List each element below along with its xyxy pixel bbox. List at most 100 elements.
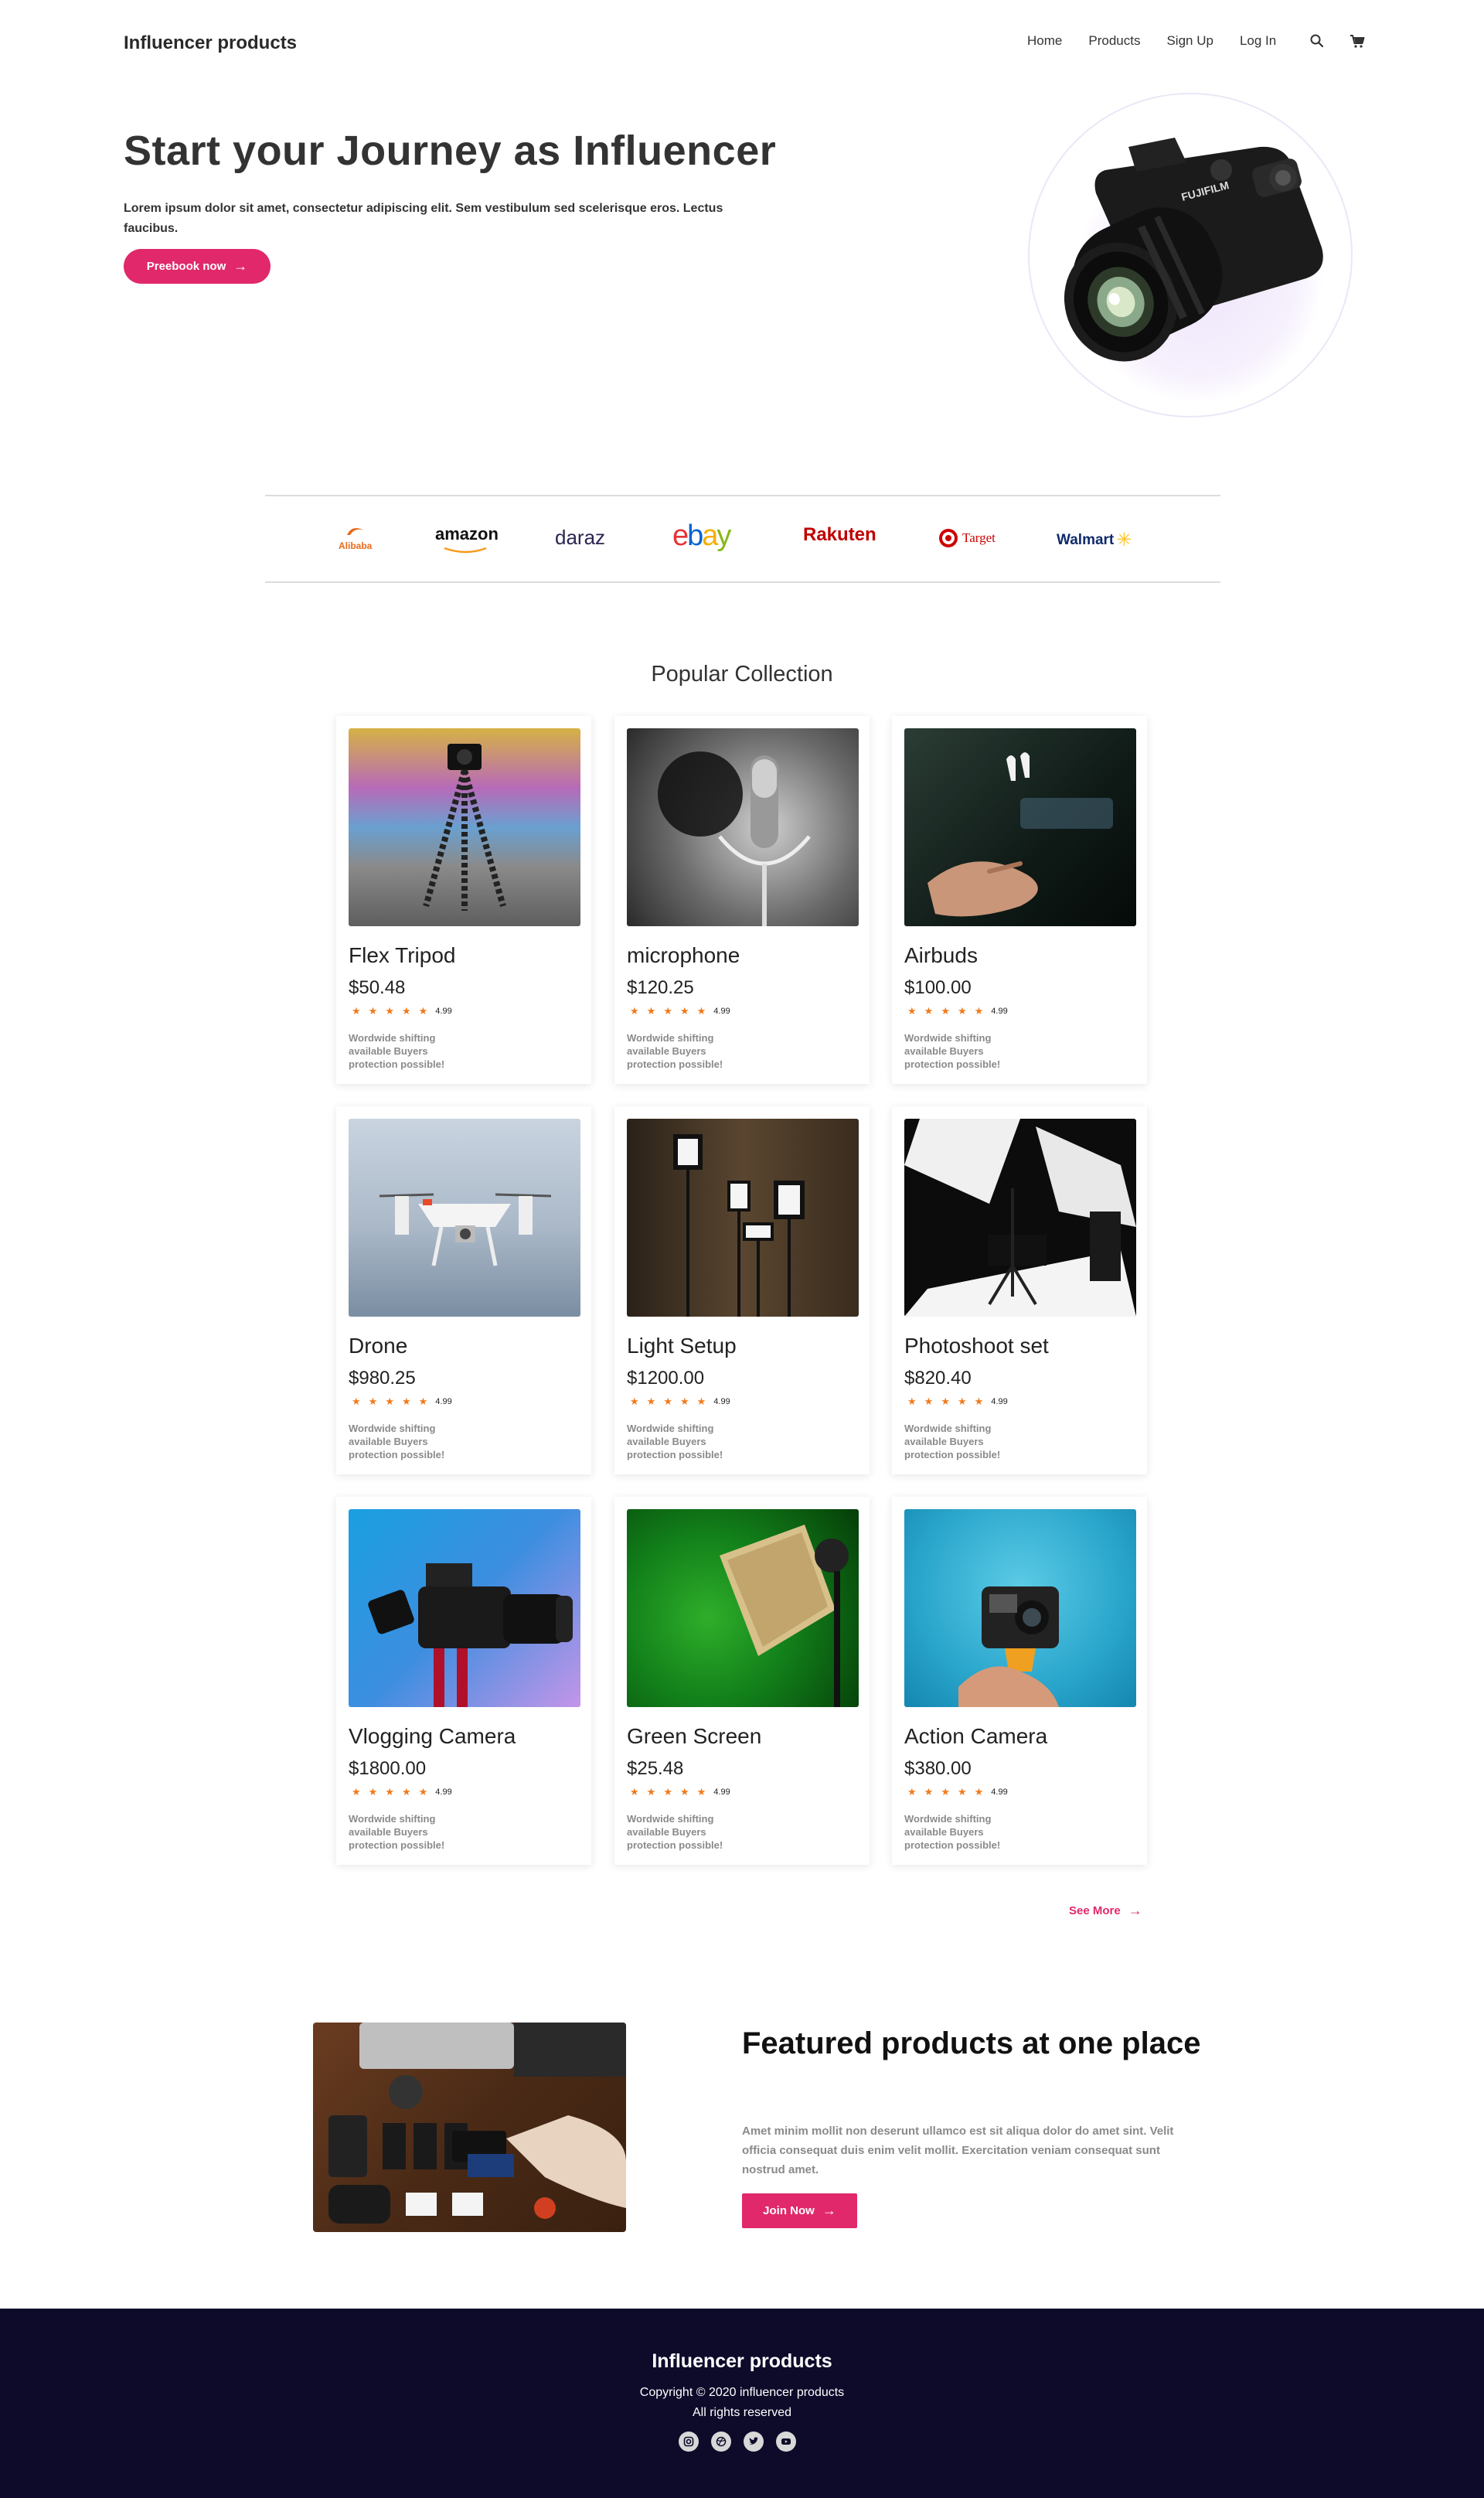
arrow-right-icon: → [233,258,248,274]
product-card[interactable]: Drone $980.25 ★ ★ ★ ★ ★ 4.99 Wordwide shifti… [336,1106,591,1474]
rating-value: 4.99 [991,1397,1008,1406]
product-image-airbuds [904,728,1136,926]
product-card[interactable]: Flex Tripod $50.48 ★ ★ ★ ★ ★ 4.99 Wordwide s… [336,716,591,1084]
star-icon: ★ [663,1786,672,1798]
star-icon: ★ [352,1786,361,1798]
brand-strip: Alibaba amazon daraz ebay Rakuten Target… [265,495,1220,583]
rating-value: 4.99 [991,1007,1008,1016]
product-name[interactable]: Drone [349,1334,407,1358]
brand-logo-walmart: Walmart ✳ [1057,530,1132,550]
star-icon: ★ [924,1005,934,1017]
product-description: Wordwide shifting available Buyers prote… [627,1032,723,1070]
arrow-right-icon: → [1128,1903,1142,1918]
product-image-drone [349,1119,580,1317]
rating-stars: ★ ★ ★ ★ ★ 4.99 [907,1786,1008,1798]
product-name[interactable]: Airbuds [904,943,978,968]
product-card[interactable]: microphone $120.25 ★ ★ ★ ★ ★ 4.99 Wordwide s… [614,716,870,1084]
product-card[interactable]: Light Setup $1200.00 ★ ★ ★ ★ ★ 4.99 Wordwide… [614,1106,870,1474]
featured-image [313,2023,626,2232]
rating-value: 4.99 [713,1007,730,1016]
cart-icon[interactable] [1349,32,1366,49]
star-icon: ★ [924,1396,934,1407]
star-icon: ★ [907,1786,917,1798]
star-icon: ★ [957,1396,967,1407]
brand-logo-amazon: amazon [435,524,499,544]
rating-value: 4.99 [435,1787,452,1797]
product-card[interactable]: Photoshoot set $820.40 ★ ★ ★ ★ ★ 4.99 Wordwi… [892,1106,1147,1474]
join-now-button[interactable]: Join Now → [742,2193,857,2228]
star-icon: ★ [646,1786,656,1798]
top-nav: Influencer products Home Products Sign U… [0,0,1484,91]
star-icon: ★ [401,1005,411,1017]
brand-logo-target: Target [938,527,996,549]
star-icon: ★ [352,1005,361,1017]
amazon-smile [443,544,489,558]
preebook-button[interactable]: Preebook now → [124,249,271,284]
instagram-icon[interactable] [679,2432,699,2452]
product-name[interactable]: microphone [627,943,740,968]
product-name[interactable]: Action Camera [904,1724,1047,1749]
product-name[interactable]: Vlogging Camera [349,1724,516,1749]
product-card[interactable]: Airbuds $100.00 ★ ★ ★ ★ ★ 4.99 Wordwide shif… [892,716,1147,1084]
footer-rights: All rights reserved [692,2406,792,2419]
product-name[interactable]: Flex Tripod [349,943,456,968]
youtube-icon[interactable] [776,2432,796,2452]
star-icon: ★ [401,1786,411,1798]
search-icon[interactable] [1309,32,1326,49]
nav-login[interactable]: Log In [1240,33,1276,49]
site-brand[interactable]: Influencer products [124,32,297,54]
star-icon: ★ [941,1786,950,1798]
rating-stars: ★ ★ ★ ★ ★ 4.99 [630,1786,730,1798]
star-icon: ★ [696,1005,706,1017]
product-price: $1800.00 [349,1758,427,1779]
product-card[interactable]: Green Screen $25.48 ★ ★ ★ ★ ★ 4.99 Wordwide … [614,1497,870,1865]
star-icon: ★ [974,1005,984,1017]
brand-logo-rakuten: Rakuten [803,524,876,545]
product-image-microphone [627,728,859,926]
product-price: $820.40 [904,1368,972,1389]
product-card[interactable]: Vlogging Camera $1800.00 ★ ★ ★ ★ ★ 4.99 Word… [336,1497,591,1865]
footer-copyright: Copyright © 2020 influencer products [639,2386,845,2399]
star-icon: ★ [418,1396,428,1407]
product-name[interactable]: Light Setup [627,1334,737,1358]
product-description: Wordwide shifting available Buyers prote… [627,1423,723,1460]
product-card[interactable]: Action Camera $380.00 ★ ★ ★ ★ ★ 4.99 Wordwid… [892,1497,1147,1865]
product-price: $100.00 [904,977,972,998]
nav-links: Home Products Sign Up Log In [1027,32,1383,49]
nav-signup[interactable]: Sign Up [1166,33,1213,49]
product-price: $120.25 [627,977,694,998]
star-icon: ★ [663,1005,672,1017]
star-icon: ★ [679,1786,689,1798]
rating-stars: ★ ★ ★ ★ ★ 4.99 [907,1005,1008,1017]
brand-logo-alibaba: Alibaba [339,526,372,551]
twitter-icon[interactable] [744,2432,764,2452]
product-image-flex-tripod [349,728,580,926]
star-icon: ★ [957,1005,967,1017]
featured-title: Featured products at one place [742,2026,1201,2060]
hero-camera-image: FUJIFILM [1028,101,1353,410]
product-name[interactable]: Photoshoot set [904,1334,1049,1358]
dribbble-icon[interactable] [711,2432,731,2452]
see-more-link[interactable]: See More → [1069,1903,1142,1919]
star-icon: ★ [663,1396,672,1407]
nav-products[interactable]: Products [1088,33,1140,49]
preebook-button-label: Preebook now [146,260,226,273]
product-name[interactable]: Green Screen [627,1724,761,1749]
hero-title: Start your Journey as Influencer [124,128,777,174]
star-icon: ★ [907,1396,917,1407]
rating-value: 4.99 [435,1397,452,1406]
star-icon: ★ [696,1396,706,1407]
walmart-spark-icon: ✳ [1116,530,1132,550]
star-icon: ★ [368,1005,378,1017]
nav-home[interactable]: Home [1027,33,1062,49]
star-icon: ★ [646,1396,656,1407]
product-description: Wordwide shifting available Buyers prote… [627,1813,723,1851]
star-icon: ★ [385,1005,394,1017]
product-description: Wordwide shifting available Buyers prote… [904,1032,1001,1070]
star-icon: ★ [352,1396,361,1407]
product-image-vlogging-camera [349,1509,580,1707]
star-icon: ★ [924,1786,934,1798]
star-icon: ★ [630,1005,639,1017]
star-icon: ★ [418,1786,428,1798]
product-image-light-setup [627,1119,859,1317]
